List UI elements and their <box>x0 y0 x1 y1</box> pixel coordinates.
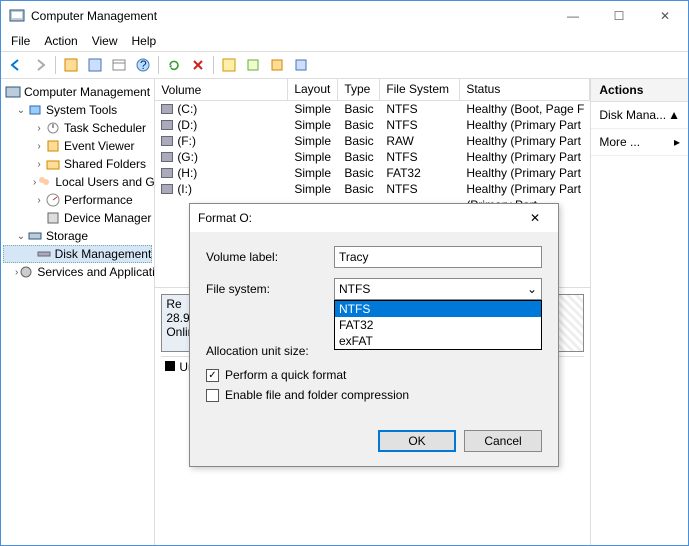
actions-more[interactable]: More ...▸ <box>591 129 688 156</box>
header-layout[interactable]: Layout <box>288 79 338 100</box>
volume-icon <box>161 152 173 162</box>
volume-icon <box>161 168 173 178</box>
checkbox-unchecked-icon <box>206 389 219 402</box>
combo-option-fat32[interactable]: FAT32 <box>335 317 541 333</box>
menubar: File Action View Help <box>1 31 688 51</box>
svg-text:?: ? <box>140 58 147 72</box>
toolbar-icon[interactable] <box>108 54 130 76</box>
volume-row[interactable]: (H:)SimpleBasicFAT32Healthy (Primary Par… <box>155 165 590 181</box>
volume-icon <box>161 104 173 114</box>
help-icon[interactable]: ? <box>132 54 154 76</box>
titlebar: Computer Management — ☐ ✕ <box>1 1 688 31</box>
cancel-button[interactable]: Cancel <box>464 430 542 452</box>
volume-label-label: Volume label: <box>206 250 334 264</box>
actions-header: Actions <box>591 79 688 102</box>
actions-panel: Actions Disk Mana...▲ More ...▸ <box>591 79 688 545</box>
window-title: Computer Management <box>31 9 550 23</box>
volume-row[interactable]: (C:)SimpleBasicNTFSHealthy (Boot, Page F <box>155 101 590 117</box>
allocation-label: Allocation unit size: <box>206 344 334 358</box>
back-button[interactable] <box>5 54 27 76</box>
dialog-close-button[interactable]: ✕ <box>520 211 550 225</box>
tree-systools[interactable]: ⌄System Tools <box>3 101 152 119</box>
volume-row[interactable]: (I:)SimpleBasicNTFSHealthy (Primary Part <box>155 181 590 197</box>
tree-task-scheduler[interactable]: ›Task Scheduler <box>3 119 152 137</box>
toolbar-icon[interactable] <box>266 54 288 76</box>
ok-button[interactable]: OK <box>378 430 456 452</box>
menu-help[interactable]: Help <box>132 34 157 48</box>
actions-disk-mgmt[interactable]: Disk Mana...▲ <box>591 102 688 129</box>
volume-row[interactable]: (D:)SimpleBasicNTFSHealthy (Primary Part <box>155 117 590 133</box>
combo-option-ntfs[interactable]: NTFS <box>335 301 541 317</box>
maximize-button[interactable]: ☐ <box>596 1 642 31</box>
volume-icon <box>161 136 173 146</box>
volume-row[interactable]: (G:)SimpleBasicNTFSHealthy (Primary Part <box>155 149 590 165</box>
dialog-title: Format O: <box>198 211 520 225</box>
checkbox-checked-icon: ✓ <box>206 369 219 382</box>
dialog-titlebar[interactable]: Format O: ✕ <box>190 204 558 232</box>
tree-event-viewer[interactable]: ›Event Viewer <box>3 137 152 155</box>
tree-local-users[interactable]: ›Local Users and Gro <box>3 173 152 191</box>
chevron-right-icon: ▸ <box>674 135 680 149</box>
menu-file[interactable]: File <box>11 34 30 48</box>
delete-icon[interactable] <box>187 54 209 76</box>
compression-checkbox[interactable]: Enable file and folder compression <box>206 388 542 402</box>
app-icon <box>9 8 25 24</box>
toolbar-icon[interactable] <box>60 54 82 76</box>
filesystem-label: File system: <box>206 282 334 296</box>
tree-disk-management[interactable]: Disk Management <box>3 245 152 263</box>
tree-panel: Computer Management (L ⌄System Tools ›Ta… <box>1 79 155 545</box>
list-header: Volume Layout Type File System Status <box>155 79 590 101</box>
tree-root[interactable]: Computer Management (L <box>3 83 152 101</box>
menu-action[interactable]: Action <box>44 34 77 48</box>
header-type[interactable]: Type <box>338 79 380 100</box>
volume-icon <box>161 184 173 194</box>
tree-services[interactable]: ›Services and Applicatio <box>3 263 152 281</box>
tree-shared-folders[interactable]: ›Shared Folders <box>3 155 152 173</box>
tree-storage[interactable]: ⌄Storage <box>3 227 152 245</box>
toolbar-icon[interactable] <box>84 54 106 76</box>
volume-icon <box>161 120 173 130</box>
header-filesystem[interactable]: File System <box>380 79 460 100</box>
refresh-icon[interactable] <box>163 54 185 76</box>
header-status[interactable]: Status <box>460 79 590 100</box>
toolbar-icon[interactable] <box>242 54 264 76</box>
quick-format-checkbox[interactable]: ✓ Perform a quick format <box>206 368 542 382</box>
menu-view[interactable]: View <box>92 34 118 48</box>
header-volume[interactable]: Volume <box>155 79 288 100</box>
volume-row[interactable]: (F:)SimpleBasicRAWHealthy (Primary Part <box>155 133 590 149</box>
toolbar: ? <box>1 51 688 79</box>
format-dialog: Format O: ✕ Volume label: File system: N… <box>189 203 559 467</box>
minimize-button[interactable]: — <box>550 1 596 31</box>
filesystem-dropdown: NTFS FAT32 exFAT <box>334 300 542 350</box>
toolbar-icon[interactable] <box>218 54 240 76</box>
filesystem-combo[interactable]: NTFS⌄ NTFS FAT32 exFAT <box>334 278 542 300</box>
close-button[interactable]: ✕ <box>642 1 688 31</box>
collapse-icon: ▲ <box>668 108 680 122</box>
combo-option-exfat[interactable]: exFAT <box>335 333 541 349</box>
forward-button[interactable] <box>29 54 51 76</box>
tree-performance[interactable]: ›Performance <box>3 191 152 209</box>
chevron-down-icon: ⌄ <box>527 282 537 296</box>
toolbar-icon[interactable] <box>290 54 312 76</box>
tree-device-manager[interactable]: Device Manager <box>3 209 152 227</box>
volume-label-input[interactable] <box>334 246 542 268</box>
